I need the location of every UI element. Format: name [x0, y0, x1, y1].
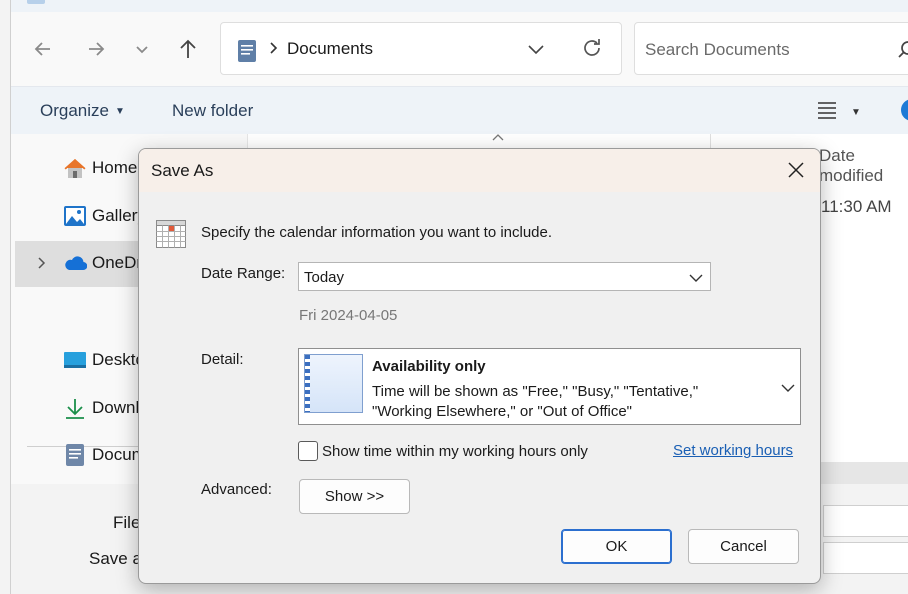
document-folder-icon	[238, 40, 256, 62]
chevron-right-icon	[270, 42, 278, 54]
chevron-down-icon	[136, 46, 148, 54]
chevron-down-icon	[689, 274, 703, 282]
back-button[interactable]	[28, 34, 58, 64]
date-range-label: Date Range:	[201, 265, 286, 282]
up-button[interactable]	[173, 34, 203, 64]
documents-icon	[66, 444, 84, 466]
details-pane-icon[interactable]	[901, 99, 908, 121]
ok-button[interactable]: OK	[561, 529, 672, 564]
search-box[interactable]: Search Documents	[634, 22, 908, 75]
save-as-dialog: Save As Specify the calendar information…	[138, 148, 821, 584]
desktop-icon	[64, 352, 86, 368]
close-icon	[788, 162, 804, 178]
advanced-label: Advanced:	[201, 481, 272, 498]
detail-option-title: Availability only	[372, 358, 486, 375]
search-placeholder: Search Documents	[645, 40, 790, 59]
chevron-down-icon[interactable]	[527, 42, 545, 56]
calendar-stripe	[305, 355, 310, 412]
chevron-down-icon	[781, 384, 795, 392]
sort-ascending-icon	[492, 134, 504, 141]
home-icon	[64, 159, 86, 178]
title-strip	[11, 0, 908, 12]
calendar-icon	[156, 220, 186, 248]
file-modified-time: 11:30 AM	[821, 197, 892, 216]
new-folder-button[interactable]: New folder	[172, 101, 253, 121]
set-working-hours-link[interactable]: Set working hours	[673, 442, 793, 459]
working-hours-checkbox[interactable]	[298, 441, 318, 461]
window-icon	[27, 0, 45, 4]
command-bar: Organize ▼ New folder ▼	[11, 86, 908, 134]
detail-option-description: Time will be shown as "Free," "Busy," "T…	[372, 383, 699, 420]
address-bar[interactable]: Documents	[220, 22, 622, 75]
availability-calendar-icon	[304, 354, 363, 413]
organize-label: Organize	[40, 101, 109, 120]
dialog-instructions: Specify the calendar information you wan…	[201, 224, 553, 241]
date-range-select[interactable]: Today	[298, 262, 711, 291]
column-header-date-modified[interactable]: Date modified	[819, 146, 908, 186]
close-button[interactable]	[779, 153, 813, 187]
onedrive-icon	[65, 256, 87, 271]
navigation-bar: Documents Search Documents	[11, 12, 908, 86]
working-hours-checkbox-label[interactable]: Show time within my working hours only	[322, 443, 588, 460]
sidebar-item-label: Home	[92, 158, 138, 177]
detail-label: Detail:	[201, 351, 244, 368]
cancel-button[interactable]: Cancel	[688, 529, 799, 564]
dialog-title: Save As	[151, 161, 214, 180]
forward-button[interactable]	[81, 34, 111, 64]
search-icon	[898, 41, 908, 58]
recent-locations-button[interactable]	[127, 34, 157, 64]
chevron-right-icon[interactable]	[35, 255, 47, 271]
file-name-input[interactable]	[823, 505, 908, 537]
working-hours-option[interactable]: Show time within my working hours only	[298, 441, 588, 461]
breadcrumb-documents[interactable]: Documents	[287, 39, 373, 59]
date-range-value: Today	[304, 269, 345, 286]
save-as-type-select[interactable]	[823, 542, 908, 574]
arrow-left-icon	[34, 42, 50, 56]
arrow-up-icon	[180, 39, 196, 58]
dialog-title-bar: Save As	[139, 149, 820, 192]
caret-down-icon[interactable]: ▼	[851, 107, 861, 118]
show-advanced-button[interactable]: Show >>	[299, 479, 410, 514]
view-options-icon[interactable]	[817, 101, 837, 119]
file-list-scroll-area	[819, 462, 908, 486]
refresh-icon[interactable]	[581, 37, 603, 59]
downloads-icon	[66, 399, 84, 419]
arrow-right-icon	[89, 42, 105, 56]
gallery-icon	[64, 206, 86, 226]
organize-button[interactable]: Organize ▼	[40, 101, 125, 121]
detail-select[interactable]: Availability only Time will be shown as …	[298, 348, 801, 425]
date-range-hint: Fri 2024-04-05	[299, 307, 398, 324]
caret-down-icon: ▼	[114, 106, 125, 117]
